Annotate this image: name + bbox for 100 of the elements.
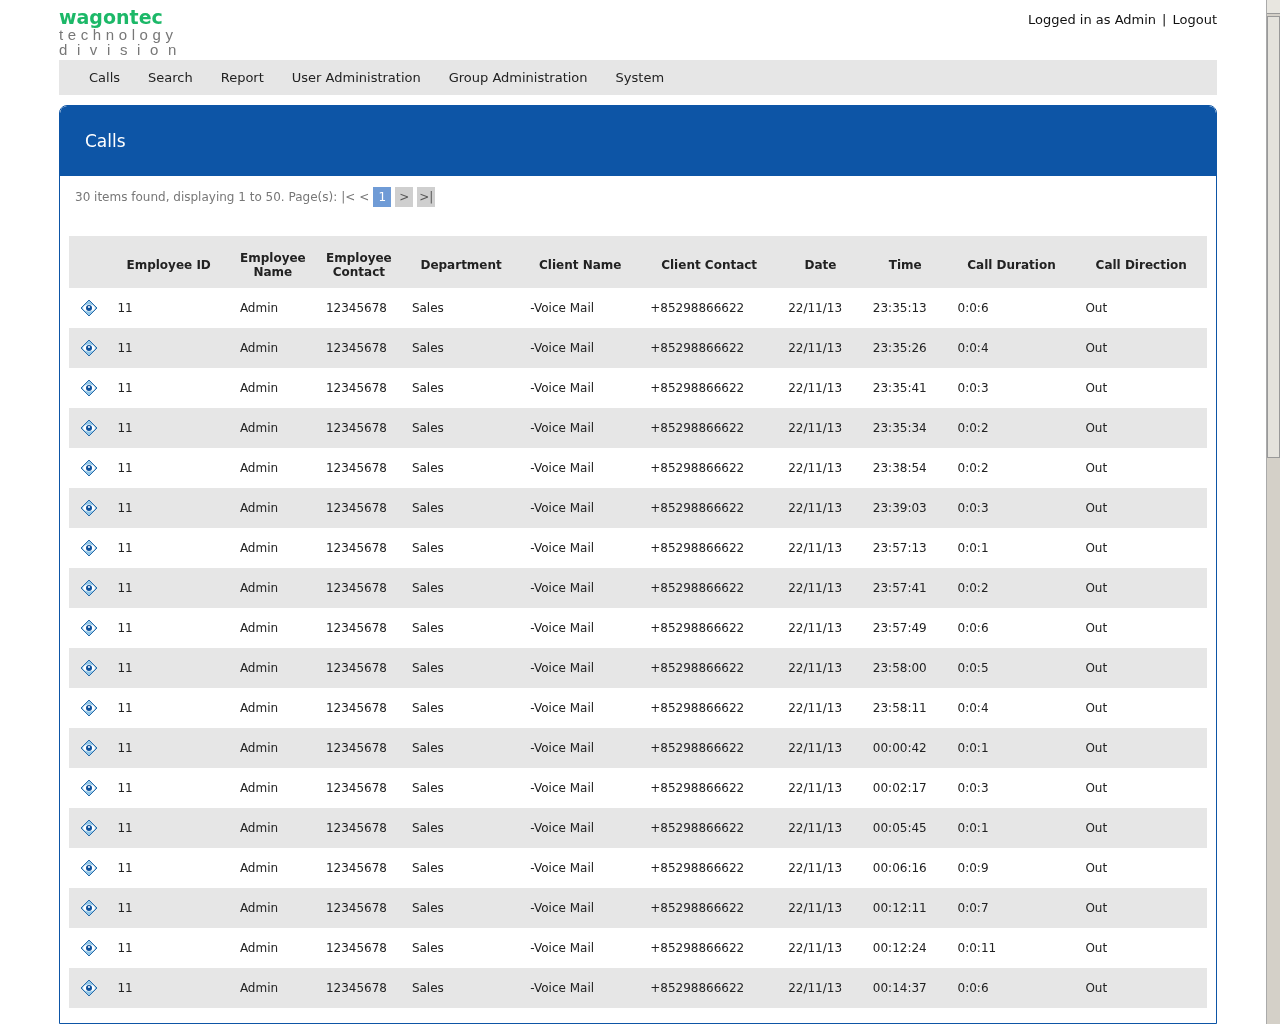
table-cell: Out: [1075, 928, 1207, 968]
view-eye-icon[interactable]: [80, 419, 98, 437]
view-eye-icon[interactable]: [80, 779, 98, 797]
view-eye-icon[interactable]: [80, 539, 98, 557]
table-cell: 11: [107, 888, 230, 928]
table-cell: 0:0:1: [947, 808, 1076, 848]
table-cell: 12345678: [315, 568, 402, 608]
column-header: Call Duration: [947, 236, 1076, 288]
table-cell: 23:57:41: [862, 568, 948, 608]
first-page-link[interactable]: |<: [341, 190, 356, 204]
table-cell: Sales: [401, 328, 521, 368]
scrollbar[interactable]: [1266, 0, 1280, 1024]
table-cell: Admin: [229, 968, 316, 1008]
separator: |: [1162, 12, 1167, 27]
table-cell: Out: [1075, 728, 1207, 768]
view-eye-icon[interactable]: [80, 499, 98, 517]
table-cell: 0:0:3: [947, 768, 1076, 808]
table-cell: Out: [1075, 768, 1207, 808]
table-cell: Sales: [401, 288, 521, 328]
table-cell: 11: [107, 288, 230, 328]
table-cell: 11: [107, 328, 230, 368]
nav-link[interactable]: System: [601, 70, 679, 85]
nav-link[interactable]: Calls: [75, 70, 135, 85]
table-cell: 0:0:4: [947, 328, 1076, 368]
table-cell: +85298866622: [640, 608, 779, 648]
table-cell: Sales: [401, 568, 521, 608]
table-cell: -Voice Mail: [520, 968, 641, 1008]
table-cell: 0:0:1: [947, 528, 1076, 568]
table-cell: 00:12:11: [862, 888, 948, 928]
table-cell: 12345678: [315, 528, 402, 568]
nav-link[interactable]: Group Administration: [434, 70, 602, 85]
column-header: Employee ID: [107, 236, 230, 288]
table-cell: -Voice Mail: [520, 688, 641, 728]
table-cell: Admin: [229, 568, 316, 608]
view-eye-icon[interactable]: [80, 859, 98, 877]
table-cell: -Voice Mail: [520, 328, 641, 368]
table-cell: +85298866622: [640, 648, 779, 688]
view-eye-icon[interactable]: [80, 299, 98, 317]
table-cell: 23:35:26: [862, 328, 948, 368]
table-cell: 12345678: [315, 648, 402, 688]
nav-link[interactable]: User Administration: [277, 70, 435, 85]
table-cell: +85298866622: [640, 728, 779, 768]
table-cell: +85298866622: [640, 368, 779, 408]
table-cell: -Voice Mail: [520, 728, 641, 768]
view-eye-icon[interactable]: [80, 339, 98, 357]
table-cell: 12345678: [315, 728, 402, 768]
table-cell: 12345678: [315, 488, 402, 528]
view-eye-icon[interactable]: [80, 659, 98, 677]
table-cell: 11: [107, 768, 230, 808]
column-header: Time: [862, 236, 948, 288]
table-cell: +85298866622: [640, 408, 779, 448]
last-page-button[interactable]: >|: [417, 187, 436, 207]
view-eye-icon[interactable]: [80, 379, 98, 397]
table-cell: 00:00:42: [862, 728, 948, 768]
table-cell: +85298866622: [640, 288, 779, 328]
table-cell: 12345678: [315, 608, 402, 648]
table-cell: Admin: [229, 368, 316, 408]
table-cell: Sales: [401, 808, 521, 848]
table-cell: Admin: [229, 488, 316, 528]
table-cell: 0:0:3: [947, 368, 1076, 408]
table-cell: Admin: [229, 648, 316, 688]
table-cell: 23:35:34: [862, 408, 948, 448]
view-eye-icon[interactable]: [80, 459, 98, 477]
table-cell: Out: [1075, 808, 1207, 848]
table-cell: Out: [1075, 488, 1207, 528]
table-cell: 11: [107, 408, 230, 448]
table-cell: Out: [1075, 688, 1207, 728]
table-cell: 0:0:6: [947, 608, 1076, 648]
view-eye-icon[interactable]: [80, 619, 98, 637]
table-cell: Out: [1075, 568, 1207, 608]
nav-link[interactable]: Report: [206, 70, 278, 85]
view-eye-icon[interactable]: [80, 979, 98, 997]
table-cell: +85298866622: [640, 928, 779, 968]
next-page-button[interactable]: >: [395, 187, 414, 207]
view-eye-icon[interactable]: [80, 899, 98, 917]
table-cell: 12345678: [315, 328, 402, 368]
table-cell: Admin: [229, 288, 316, 328]
table-cell: Sales: [401, 408, 521, 448]
table-cell: Admin: [229, 528, 316, 568]
logout-link[interactable]: Logout: [1172, 12, 1217, 27]
view-eye-icon[interactable]: [80, 579, 98, 597]
table-cell: -Voice Mail: [520, 648, 641, 688]
table-cell: 0:0:2: [947, 568, 1076, 608]
table-cell: Out: [1075, 648, 1207, 688]
view-eye-icon[interactable]: [80, 939, 98, 957]
view-eye-icon[interactable]: [80, 699, 98, 717]
table-cell: 12345678: [315, 408, 402, 448]
view-eye-icon[interactable]: [80, 739, 98, 757]
nav-link[interactable]: Search: [134, 70, 207, 85]
table-cell: -Voice Mail: [520, 608, 641, 648]
pager-summary: 30 items found, displaying 1 to 50. Page(s):: [75, 190, 338, 204]
table-cell: 22/11/13: [778, 688, 863, 728]
table-cell: 12345678: [315, 368, 402, 408]
table-cell: 23:58:00: [862, 648, 948, 688]
table-cell: +85298866622: [640, 768, 779, 808]
login-status: Logged in as Admin: [1027, 12, 1157, 27]
table-cell: 12345678: [315, 808, 402, 848]
view-eye-icon[interactable]: [80, 819, 98, 837]
previous-page-link[interactable]: <: [359, 190, 370, 204]
table-cell: 0:0:1: [947, 728, 1076, 768]
